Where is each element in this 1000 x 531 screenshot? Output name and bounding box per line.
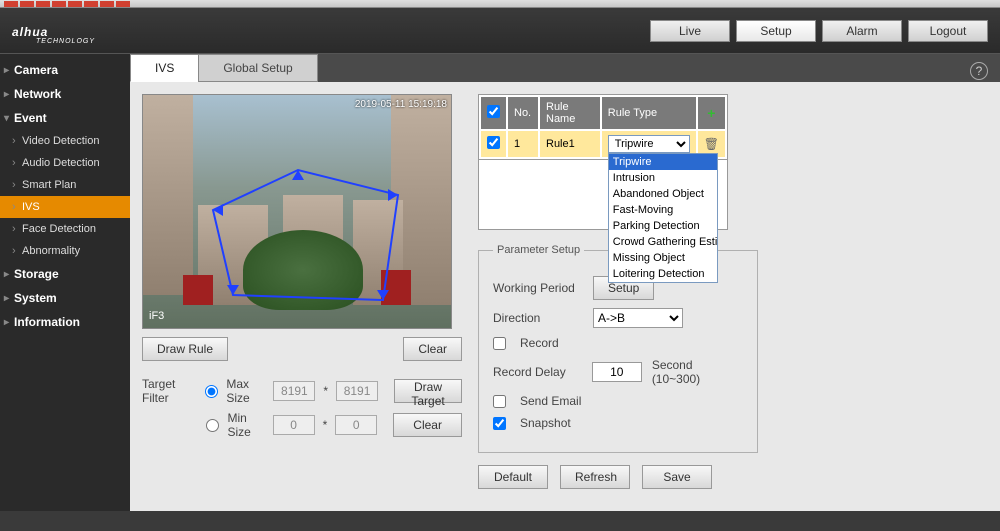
sidebar-face-detection[interactable]: Face Detection <box>0 218 130 240</box>
sidebar-audio-detection[interactable]: Audio Detection <box>0 152 130 174</box>
sidebar-abnormality[interactable]: Abnormality <box>0 240 130 262</box>
min-width-input[interactable] <box>273 415 315 435</box>
min-size-radio[interactable] <box>206 419 219 432</box>
default-button[interactable]: Default <box>478 465 548 489</box>
content-area: IVS Global Setup ? 2019-05-11 15:19:18 i… <box>130 54 1000 531</box>
rule-check-all[interactable] <box>487 105 500 118</box>
video-label: iF3 <box>149 310 164 322</box>
rule-type-opt-0[interactable]: Tripwire <box>609 154 717 170</box>
rule-type-opt-4[interactable]: Parking Detection <box>609 218 717 234</box>
rule-name-1[interactable]: Rule1 <box>540 131 600 157</box>
tab-ivs[interactable]: IVS <box>130 54 199 82</box>
rule-type-opt-7[interactable]: Loitering Detection <box>609 266 717 282</box>
size-sep1: * <box>323 384 328 398</box>
save-button[interactable]: Save <box>642 465 712 489</box>
direction-select[interactable]: A->B <box>593 308 683 328</box>
min-height-input[interactable] <box>335 415 377 435</box>
sidebar-smart-plan[interactable]: Smart Plan <box>0 174 130 196</box>
size-sep2: * <box>323 418 328 432</box>
record-label: Record <box>520 336 559 350</box>
record-checkbox[interactable] <box>493 337 506 350</box>
working-period-label: Working Period <box>493 281 583 295</box>
draw-rule-button[interactable]: Draw Rule <box>142 337 228 361</box>
nav-logout[interactable]: Logout <box>908 20 988 42</box>
video-timestamp: 2019-05-11 15:19:18 <box>355 99 447 110</box>
rule-hdr-no: No. <box>508 97 538 129</box>
bottom-bar <box>0 511 1000 531</box>
rule-check-1[interactable] <box>487 136 500 149</box>
sidebar-video-detection[interactable]: Video Detection <box>0 130 130 152</box>
min-size-label: Min Size <box>227 411 264 439</box>
delete-rule-icon[interactable]: 🗑 <box>704 137 719 151</box>
nav-setup[interactable]: Setup <box>736 20 816 42</box>
max-width-input[interactable] <box>273 381 315 401</box>
max-size-radio[interactable] <box>205 385 218 398</box>
clear-rule-button[interactable]: Clear <box>403 337 462 361</box>
record-delay-hint: Second (10~300) <box>652 358 743 386</box>
help-icon[interactable]: ? <box>970 62 988 80</box>
nav-live[interactable]: Live <box>650 20 730 42</box>
rule-table: No. Rule Name Rule Type + 1 Rule1 Tripw <box>478 94 728 160</box>
draw-target-button[interactable]: Draw Target <box>394 379 462 403</box>
target-filter-label: Target Filter <box>142 377 197 405</box>
brand-sub: TECHNOLOGY <box>36 38 95 45</box>
nav-alarm[interactable]: Alarm <box>822 20 902 42</box>
add-rule-icon[interactable]: + <box>707 105 715 121</box>
sidebar: Camera Network Event Video Detection Aud… <box>0 54 130 531</box>
video-preview[interactable]: 2019-05-11 15:19:18 iF3 <box>142 94 452 329</box>
ivs-panel: 2019-05-11 15:19:18 iF3 Draw Rule Clear … <box>130 82 1000 527</box>
sidebar-system[interactable]: System <box>0 286 130 310</box>
top-nav: Live Setup Alarm Logout <box>650 20 988 42</box>
record-delay-label: Record Delay <box>493 365 582 379</box>
app-header: alhua TECHNOLOGY Live Setup Alarm Logout <box>0 8 1000 54</box>
sidebar-camera[interactable]: Camera <box>0 58 130 82</box>
rule-type-select[interactable]: Tripwire <box>608 135 690 153</box>
send-email-checkbox[interactable] <box>493 395 506 408</box>
max-size-label: Max Size <box>226 377 265 405</box>
rule-no-1: 1 <box>508 131 538 157</box>
send-email-label: Send Email <box>520 394 581 408</box>
rule-hdr-type: Rule Type <box>602 97 696 129</box>
sidebar-ivs[interactable]: IVS <box>0 196 130 218</box>
sidebar-storage[interactable]: Storage <box>0 262 130 286</box>
tab-global-setup[interactable]: Global Setup <box>198 54 317 82</box>
snapshot-checkbox[interactable] <box>493 417 506 430</box>
browser-toolbar <box>0 0 1000 8</box>
sidebar-network[interactable]: Network <box>0 82 130 106</box>
refresh-button[interactable]: Refresh <box>560 465 630 489</box>
snapshot-label: Snapshot <box>520 416 571 430</box>
sidebar-event[interactable]: Event <box>0 106 130 130</box>
tab-bar: IVS Global Setup <box>130 54 1000 82</box>
brand-name: alhua <box>12 25 48 39</box>
rule-type-opt-1[interactable]: Intrusion <box>609 170 717 186</box>
rule-type-opt-5[interactable]: Crowd Gathering Estimation <box>609 234 717 250</box>
rule-type-opt-3[interactable]: Fast-Moving <box>609 202 717 218</box>
max-height-input[interactable] <box>336 381 378 401</box>
parameter-legend: Parameter Setup <box>493 244 584 256</box>
rule-row-1[interactable]: 1 Rule1 Tripwire Tripwire Intrusion Aban… <box>481 131 725 157</box>
rule-type-dropdown: Tripwire Intrusion Abandoned Object Fast… <box>608 153 718 283</box>
clear-target-button[interactable]: Clear <box>393 413 462 437</box>
record-delay-input[interactable] <box>592 362 642 382</box>
direction-label: Direction <box>493 311 583 325</box>
rule-type-opt-2[interactable]: Abandoned Object <box>609 186 717 202</box>
sidebar-information[interactable]: Information <box>0 310 130 334</box>
brand-logo: alhua TECHNOLOGY <box>12 16 95 45</box>
rule-type-opt-6[interactable]: Missing Object <box>609 250 717 266</box>
rule-hdr-name: Rule Name <box>540 97 600 129</box>
